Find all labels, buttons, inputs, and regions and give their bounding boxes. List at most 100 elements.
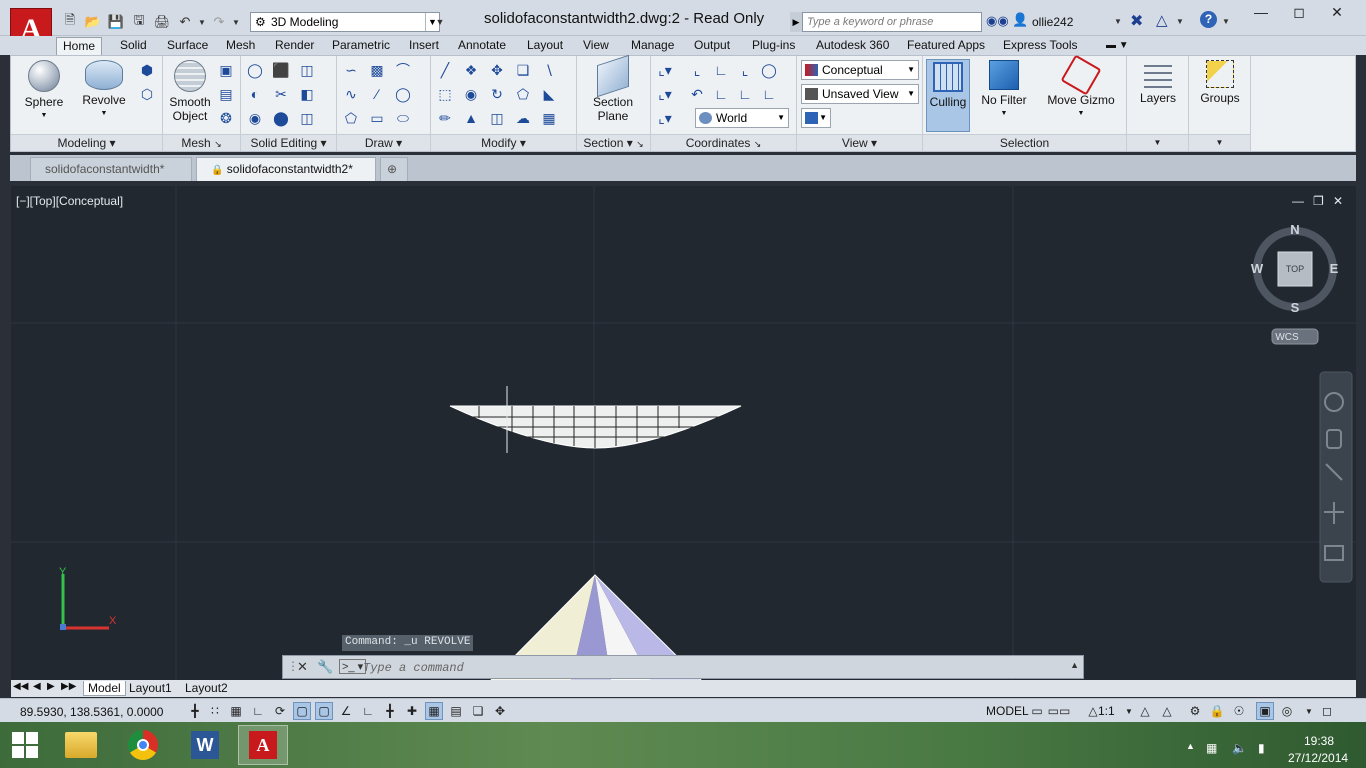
lineweight-icon[interactable]: ✚: [403, 702, 421, 720]
separate-icon[interactable]: ◫: [297, 60, 317, 80]
viewport-restore-icon[interactable]: ❐: [1313, 194, 1324, 208]
layout-tab-model[interactable]: Model: [83, 681, 126, 696]
undo-dropdown-icon[interactable]: ▼: [198, 13, 206, 31]
annotation-visibility-icon[interactable]: △: [1136, 702, 1154, 720]
taskbar-chrome[interactable]: [118, 725, 168, 765]
quick-view-layouts-icon[interactable]: ▭: [1028, 702, 1046, 720]
drawing-viewport[interactable]: Y X TOP N S E W WCS [−][Top][Conceptual]…: [11, 186, 1356, 680]
arc-icon[interactable]: ⌒: [393, 60, 413, 80]
clock-time[interactable]: 19:38: [1304, 734, 1334, 748]
close-icon[interactable]: ✕: [297, 659, 308, 675]
binoculars-icon[interactable]: ◉◉: [986, 13, 1009, 29]
ucs-view-icon[interactable]: ◯: [759, 60, 779, 80]
slice-icon[interactable]: ✂: [271, 84, 291, 104]
dynamic-ucs-icon[interactable]: ∟: [359, 702, 377, 720]
tab-express-tools[interactable]: Express Tools: [997, 37, 1083, 55]
gizmo-icon[interactable]: ✥: [491, 702, 509, 720]
volume-icon[interactable]: 🔈: [1232, 741, 1247, 755]
copy-icon[interactable]: ❏: [513, 60, 533, 80]
polar-tracking-icon[interactable]: ⟳: [271, 702, 289, 720]
infer-constraints-icon[interactable]: ╋: [186, 702, 204, 720]
layout-tab-layout1[interactable]: Layout1: [129, 681, 172, 695]
tab-view[interactable]: View: [577, 37, 615, 55]
smooth-less-icon[interactable]: ▤: [216, 84, 236, 104]
command-history-toggle-icon[interactable]: ▲: [1070, 660, 1079, 670]
smooth-more-icon[interactable]: ▣: [216, 60, 236, 80]
ucs-world-select[interactable]: World ▼: [695, 108, 789, 128]
tab-layout[interactable]: Layout: [521, 37, 569, 55]
groups-button[interactable]: Groups: [1197, 60, 1243, 105]
culling-button[interactable]: Culling: [926, 59, 970, 132]
tab-autodesk-360[interactable]: Autodesk 360: [810, 37, 895, 55]
command-input[interactable]: [363, 659, 1063, 676]
taskbar-autocad[interactable]: A: [238, 725, 288, 765]
quick-view-drawings-icon[interactable]: ▭▭: [1048, 702, 1071, 720]
autodesk-360-icon[interactable]: △: [1156, 11, 1168, 29]
3d-object-snap-icon[interactable]: ▢: [315, 702, 333, 720]
tab-mesh[interactable]: Mesh: [220, 37, 261, 55]
tab-manage[interactable]: Manage: [625, 37, 680, 55]
panel-title-selection[interactable]: Selection: [923, 134, 1126, 151]
drawing-canvas[interactable]: Y X TOP N S E W WCS: [11, 186, 1356, 680]
last-layout-icon[interactable]: ▶▶: [61, 681, 76, 692]
new-file-icon[interactable]: 🗎: [60, 12, 80, 31]
lightbulb-icon[interactable]: ◎: [1278, 702, 1296, 720]
ribbon-minimize-icon[interactable]: ▬ ▼: [1100, 37, 1135, 55]
workspace-switching-icon[interactable]: ⚙: [1186, 702, 1204, 720]
expand-search-icon[interactable]: ▶: [790, 12, 802, 32]
print-icon[interactable]: 🖨: [152, 13, 172, 31]
network-icon[interactable]: ▦: [1206, 741, 1217, 755]
next-layout-icon[interactable]: ▶: [47, 681, 55, 692]
scale-icon[interactable]: ╱: [435, 60, 455, 80]
clean-screen-icon[interactable]: ◻: [1318, 702, 1336, 720]
doc-tab-2[interactable]: 🔒 solidofaconstantwidth2* ✕: [196, 157, 376, 200]
imprint-icon[interactable]: ⬤: [271, 108, 291, 128]
tab-parametric[interactable]: Parametric: [326, 37, 396, 55]
ucs-object-icon[interactable]: ∟: [759, 84, 779, 104]
mirror-icon[interactable]: ◫: [487, 108, 507, 128]
no-filter-button[interactable]: No Filter ▼: [977, 60, 1031, 121]
ucs-x-icon[interactable]: ⌞▾: [655, 84, 675, 104]
panel-title-solid-editing[interactable]: Solid Editing ▾: [241, 134, 336, 151]
previous-layout-icon[interactable]: ◀: [33, 681, 41, 692]
panel-title-coordinates[interactable]: Coordinates ↘: [651, 134, 796, 151]
battery-icon[interactable]: ▮: [1258, 741, 1265, 755]
spline-icon[interactable]: ∿: [341, 84, 361, 104]
ucs-world-icon[interactable]: ⌞: [687, 60, 707, 80]
snap-mode-icon[interactable]: ∷: [206, 702, 224, 720]
status-menu-icon[interactable]: ▼: [1300, 702, 1318, 720]
help-dropdown-icon[interactable]: ▼: [1222, 17, 1230, 26]
extrude-icon[interactable]: ⬢: [137, 60, 157, 80]
revolve-button[interactable]: Revolve ▼: [79, 60, 129, 121]
workspace-select[interactable]: ⚙ 3D Modeling ▼: [250, 12, 440, 32]
subtract-icon[interactable]: ◐: [245, 84, 265, 104]
start-button[interactable]: [0, 725, 50, 765]
object-snap-icon[interactable]: ▢: [293, 702, 311, 720]
refine-mesh-icon[interactable]: ❂: [216, 108, 236, 128]
toolbar-lock-icon[interactable]: 🔒: [1208, 702, 1226, 720]
show-hidden-icons-icon[interactable]: ▲: [1186, 741, 1195, 751]
tab-featured-apps[interactable]: Featured Apps: [901, 37, 991, 55]
user-icon[interactable]: 👤: [1012, 12, 1028, 28]
tab-annotate[interactable]: Annotate: [452, 37, 512, 55]
quick-properties-icon[interactable]: ▤: [447, 702, 465, 720]
intersect-icon[interactable]: ◉: [245, 108, 265, 128]
line-icon[interactable]: ∕: [367, 84, 387, 104]
explode-icon[interactable]: ∖: [539, 60, 559, 80]
open-folder-icon[interactable]: 📂: [83, 13, 103, 31]
exchange-apps-icon[interactable]: ✖: [1130, 11, 1143, 31]
viewport-minimize-icon[interactable]: —: [1292, 194, 1304, 208]
taskbar-file-explorer[interactable]: [56, 725, 106, 765]
ucs-z-icon[interactable]: ∟: [711, 84, 731, 104]
save-as-icon[interactable]: 🖫: [129, 12, 149, 31]
3d-move-icon[interactable]: ❖: [461, 60, 481, 80]
wrench-icon[interactable]: 🔧: [317, 659, 333, 675]
polyline-icon[interactable]: ∽: [341, 60, 361, 80]
3d-rotate-icon[interactable]: ◉: [461, 84, 481, 104]
user-name[interactable]: ollie242: [1032, 15, 1073, 29]
first-layout-icon[interactable]: ◀◀: [13, 681, 28, 692]
array-icon[interactable]: ▦: [539, 108, 559, 128]
customize-toolbar-icon[interactable]: ▼: [430, 13, 450, 31]
offset-icon[interactable]: ⬚: [435, 84, 455, 104]
doc-tab-1[interactable]: solidofaconstantwidth*: [30, 157, 192, 181]
